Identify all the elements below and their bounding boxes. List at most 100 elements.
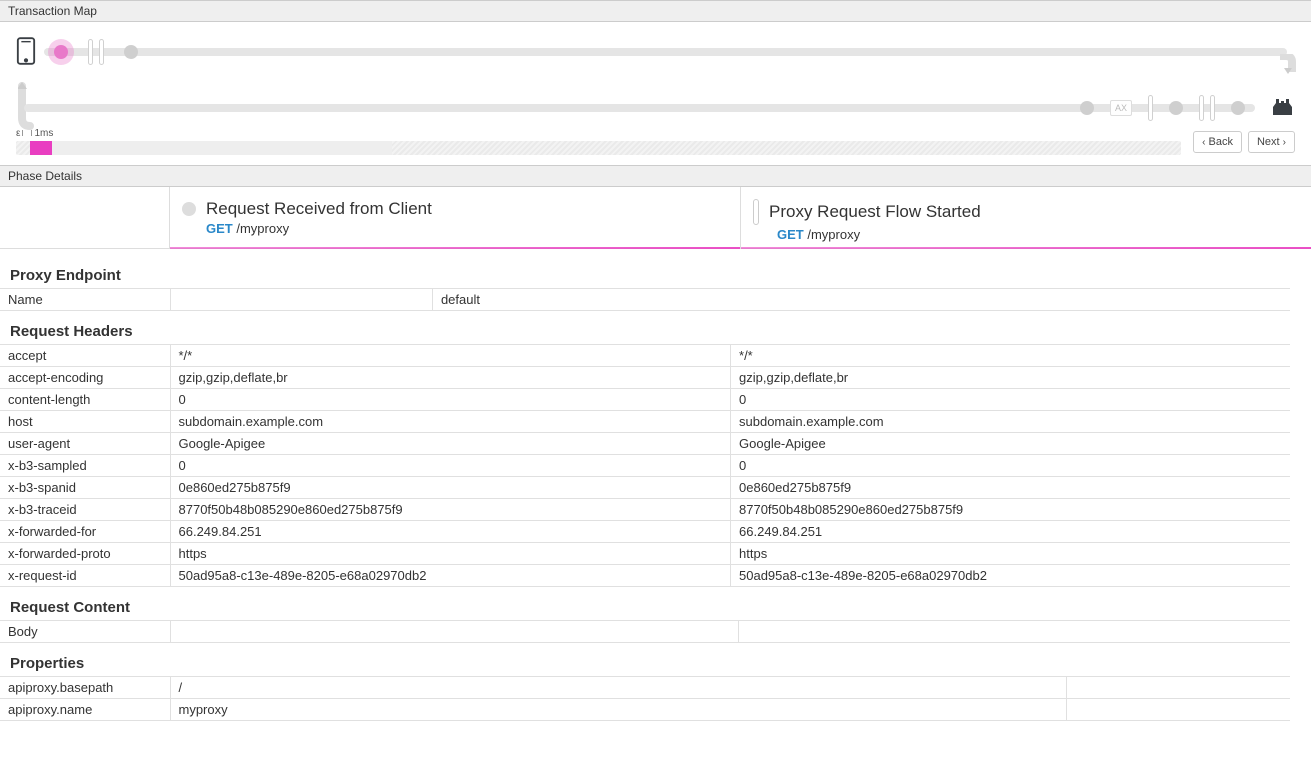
table-row: x-b3-sampled00 [0, 455, 1290, 477]
table-row: Name default [0, 289, 1290, 311]
phase-key-column [0, 187, 170, 248]
row-value-col2: 50ad95a8-c13e-489e-8205-e68a02970db2 [731, 565, 1290, 587]
table-row: apiproxy.namemyproxy [0, 699, 1290, 721]
kv-table: Body [0, 620, 1290, 643]
row-value-col1: 50ad95a8-c13e-489e-8205-e68a02970db2 [170, 565, 731, 587]
phase-detail-body: Proxy EndpointName defaultRequest Headers… [0, 249, 1290, 761]
row-value-col2 [1066, 699, 1290, 721]
row-value-col1: 66.249.84.251 [170, 521, 731, 543]
group-title: Proxy Endpoint [0, 255, 1290, 288]
client-device-icon [16, 37, 36, 68]
flow-node-resp-bar3[interactable] [1210, 95, 1215, 121]
flow-node-resp-bar1[interactable] [1148, 95, 1153, 121]
row-value-col1: gzip,gzip,deflate,br [170, 367, 731, 389]
next-button[interactable]: Next › [1248, 131, 1295, 153]
kv-table: Name default [0, 288, 1290, 311]
timeline-scale-label: ε1ms [16, 128, 1181, 139]
table-row: x-forwarded-for66.249.84.25166.249.84.25… [0, 521, 1290, 543]
phase-col-proxy-flow-started[interactable]: Proxy Request Flow Started GET /myproxy [741, 187, 1311, 248]
flow-node-proxy-start-bar2[interactable] [99, 39, 104, 65]
flow-node-proxy-postclient[interactable] [124, 45, 138, 59]
row-value-col1: 0 [170, 455, 731, 477]
phase-subtitle: GET /myproxy [777, 227, 1299, 242]
flow-node-resp-3[interactable] [1231, 101, 1245, 115]
row-value-col2: 0e860ed275b875f9 [731, 477, 1290, 499]
flow-node-proxy-start-bar1[interactable] [88, 39, 93, 65]
row-key: x-forwarded-for [0, 521, 170, 543]
row-value-col2 [1066, 677, 1290, 699]
response-flow-line: AX [24, 104, 1255, 112]
phase-title: Proxy Request Flow Started [769, 202, 981, 222]
timeline-cursor[interactable] [30, 141, 52, 155]
row-value-col2: */* [731, 345, 1290, 367]
row-key: x-b3-spanid [0, 477, 170, 499]
flow-node-request-received[interactable] [54, 45, 68, 59]
circle-icon [182, 202, 196, 216]
table-row: user-agentGoogle-ApigeeGoogle-Apigee [0, 433, 1290, 455]
row-value-col1: myproxy [170, 699, 1066, 721]
phase-details-header: Phase Details [0, 165, 1311, 187]
kv-table: apiproxy.basepath/apiproxy.namemyproxy [0, 676, 1290, 721]
table-row: x-b3-spanid0e860ed275b875f90e860ed275b87… [0, 477, 1290, 499]
row-value-col1: 0 [170, 389, 731, 411]
row-key: apiproxy.name [0, 699, 170, 721]
row-key: Name [0, 289, 170, 311]
table-row: apiproxy.basepath/ [0, 677, 1290, 699]
flow-node-resp-2[interactable] [1169, 101, 1183, 115]
row-value-col2: subdomain.example.com [731, 411, 1290, 433]
flow-node-ax[interactable]: AX [1110, 100, 1132, 116]
row-value-col1: subdomain.example.com [170, 411, 731, 433]
row-key: x-b3-sampled [0, 455, 170, 477]
row-key: accept-encoding [0, 367, 170, 389]
row-value-col2: 66.249.84.251 [731, 521, 1290, 543]
table-row: content-length00 [0, 389, 1290, 411]
row-value-col2: 0 [731, 455, 1290, 477]
row-value-col1: / [170, 677, 1066, 699]
row-key: apiproxy.basepath [0, 677, 170, 699]
kv-table: accept*/**/*accept-encodinggzip,gzip,def… [0, 344, 1290, 587]
row-value-col2: https [731, 543, 1290, 565]
timeline-track[interactable] [16, 141, 1181, 155]
row-value-col1: */* [170, 345, 731, 367]
row-key: host [0, 411, 170, 433]
row-key: Body [0, 621, 170, 643]
phase-title: Request Received from Client [206, 199, 432, 219]
request-flow-line [44, 48, 1287, 56]
flow-node-resp-bar2[interactable] [1199, 95, 1204, 121]
bar-icon [753, 199, 759, 225]
timeline: ε1ms ‹ Back Next › [0, 122, 1311, 165]
transaction-map-canvas: AX [0, 22, 1311, 122]
flow-node-resp-1[interactable] [1080, 101, 1094, 115]
group-title: Request Headers [0, 311, 1290, 344]
phase-subtitle: GET /myproxy [206, 221, 728, 236]
row-value-col2: default [432, 289, 1290, 311]
target-server-icon [1271, 97, 1295, 120]
row-key: x-forwarded-proto [0, 543, 170, 565]
row-value-col2: 8770f50b48b085290e860ed275b875f9 [731, 499, 1290, 521]
table-row: hostsubdomain.example.comsubdomain.examp… [0, 411, 1290, 433]
row-value-col2 [738, 621, 1290, 643]
row-value-col2: gzip,gzip,deflate,br [731, 367, 1290, 389]
row-key: content-length [0, 389, 170, 411]
table-row: accept*/**/* [0, 345, 1290, 367]
arrow-to-target-icon [1279, 54, 1297, 85]
row-key: user-agent [0, 433, 170, 455]
table-row: x-request-id50ad95a8-c13e-489e-8205-e68a… [0, 565, 1290, 587]
row-value-col1 [170, 289, 432, 311]
row-value-col1: 0e860ed275b875f9 [170, 477, 731, 499]
row-value-col2: Google-Apigee [731, 433, 1290, 455]
row-key: x-b3-traceid [0, 499, 170, 521]
table-row: x-b3-traceid 8770f50b48b085290e860ed275b8… [0, 499, 1290, 521]
group-title: Request Content [0, 587, 1290, 620]
row-key: x-request-id [0, 565, 170, 587]
phase-columns: Request Received from Client GET /myprox… [0, 187, 1311, 249]
row-value-col1: Google-Apigee [170, 433, 731, 455]
phase-col-request-received[interactable]: Request Received from Client GET /myprox… [170, 187, 741, 248]
table-row: Body [0, 621, 1290, 643]
row-key: accept [0, 345, 170, 367]
table-row: x-forwarded-protohttpshttps [0, 543, 1290, 565]
back-button[interactable]: ‹ Back [1193, 131, 1242, 153]
row-value-col1: https [170, 543, 731, 565]
table-row: accept-encodinggzip,gzip,deflate,brgzip,… [0, 367, 1290, 389]
transaction-map-header: Transaction Map [0, 0, 1311, 22]
